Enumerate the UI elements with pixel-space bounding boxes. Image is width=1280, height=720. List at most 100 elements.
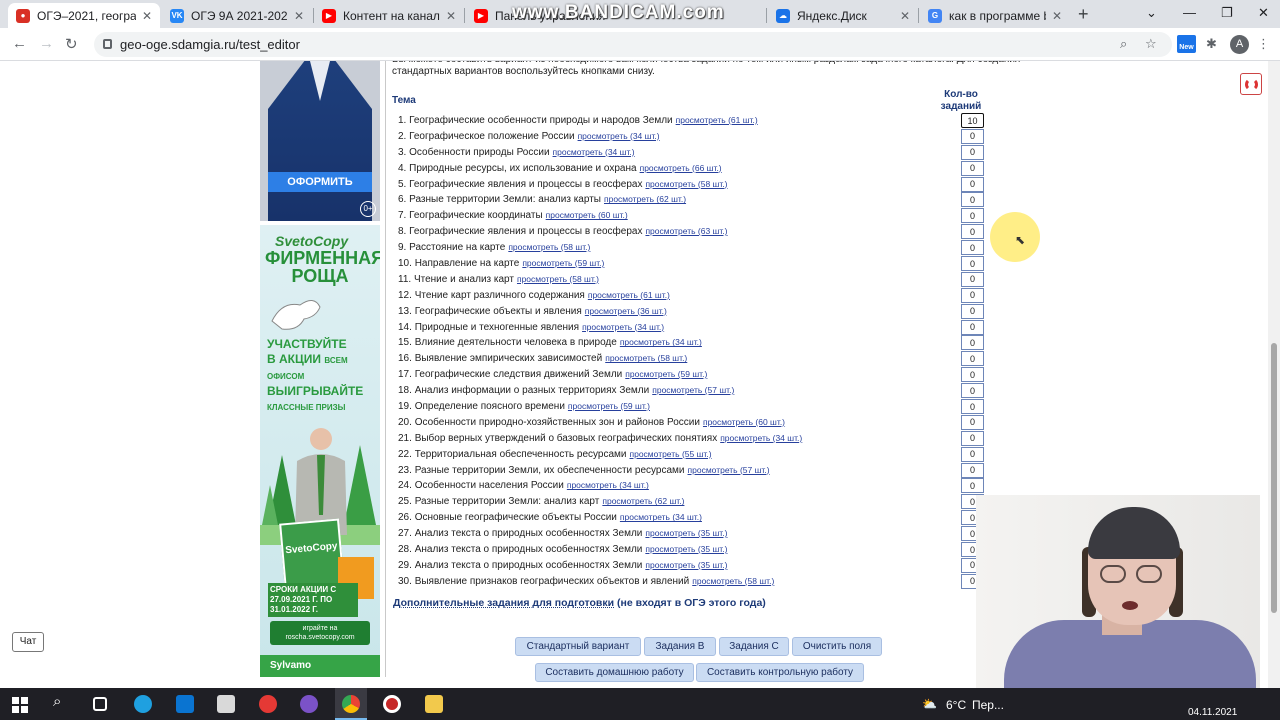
view-tasks-link[interactable]: просмотреть (59 шт.) xyxy=(568,401,650,411)
menu-kebab-icon[interactable]: ⋮ xyxy=(1257,36,1270,52)
view-tasks-link[interactable]: просмотреть (58 шт.) xyxy=(605,353,687,363)
task-count-input[interactable] xyxy=(961,367,984,383)
task-count-input[interactable] xyxy=(961,240,984,256)
view-tasks-link[interactable]: просмотреть (55 шт.) xyxy=(630,449,712,459)
chat-button[interactable]: Чат xyxy=(12,632,44,652)
view-tasks-link[interactable]: просмотреть (66 шт.) xyxy=(640,163,722,173)
address-bar[interactable]: geo-oge.sdamgia.ru/test_editor ⌕ ☆ xyxy=(94,32,1172,57)
make-homework-button[interactable]: Составить домашнюю работу xyxy=(535,663,694,682)
view-tasks-link[interactable]: просмотреть (34 шт.) xyxy=(578,131,660,141)
view-tasks-link[interactable]: просмотреть (35 шт.) xyxy=(645,544,727,554)
close-icon[interactable]: ✕ xyxy=(900,9,910,23)
standard-variant-button[interactable]: Стандартный вариант xyxy=(515,637,641,656)
task-count-input[interactable] xyxy=(961,160,984,176)
view-tasks-link[interactable]: просмотреть (34 шт.) xyxy=(620,512,702,522)
close-icon[interactable]: ✕ xyxy=(1052,9,1062,23)
minimize-button[interactable]: — xyxy=(1183,5,1196,20)
task-count-input[interactable] xyxy=(961,128,984,144)
task-count-input[interactable] xyxy=(961,256,984,272)
ad-banner-top[interactable]: ОФОРМИТЬ 0+ xyxy=(260,61,380,221)
view-tasks-link[interactable]: просмотреть (35 шт.) xyxy=(645,528,727,538)
weather-icon[interactable]: ⛅ xyxy=(922,697,937,711)
task-count-input[interactable] xyxy=(961,271,984,287)
viber-icon[interactable] xyxy=(300,695,318,713)
tasks-c-button[interactable]: Задания C xyxy=(719,637,789,656)
task-count-input[interactable] xyxy=(961,319,984,335)
help-lifebuoy-icon[interactable] xyxy=(1240,73,1262,95)
make-test-button[interactable]: Составить контрольную работу xyxy=(696,663,864,682)
task-count-input[interactable] xyxy=(961,176,984,192)
close-window-button[interactable]: ✕ xyxy=(1258,5,1269,21)
view-tasks-link[interactable]: просмотреть (34 шт.) xyxy=(720,433,802,443)
task-count-input[interactable] xyxy=(961,335,984,351)
task-count-input[interactable] xyxy=(961,414,984,430)
store-icon[interactable] xyxy=(217,695,235,713)
extra-tasks-link[interactable]: Дополнительные задания для подготовки xyxy=(393,597,614,609)
view-tasks-link[interactable]: просмотреть (34 шт.) xyxy=(553,147,635,157)
close-icon[interactable]: ✕ xyxy=(446,9,456,23)
task-count-input[interactable] xyxy=(961,208,984,224)
reload-icon[interactable]: ↻ xyxy=(65,35,78,53)
task-count-input[interactable] xyxy=(961,351,984,367)
task-view-icon[interactable] xyxy=(93,697,107,711)
task-count-input[interactable] xyxy=(961,462,984,478)
extensions-puzzle-icon[interactable]: ✱ xyxy=(1206,36,1217,52)
view-tasks-link[interactable]: просмотреть (36 шт.) xyxy=(585,306,667,316)
view-tasks-link[interactable]: просмотреть (59 шт.) xyxy=(522,258,604,268)
profile-avatar[interactable]: A xyxy=(1230,35,1249,54)
view-tasks-link[interactable]: просмотреть (34 шт.) xyxy=(620,337,702,347)
tab-search-icon[interactable]: ⌄ xyxy=(1146,5,1157,21)
yandex-browser-icon[interactable] xyxy=(259,695,277,713)
view-tasks-link[interactable]: просмотреть (60 шт.) xyxy=(703,417,785,427)
view-tasks-link[interactable]: просмотреть (58 шт.) xyxy=(692,576,774,586)
tab-oge-geography[interactable]: ● ОГЭ–2021, география ✕ xyxy=(8,3,160,28)
view-tasks-link[interactable]: просмотреть (58 шт.) xyxy=(517,274,599,284)
tab-google-search[interactable]: G как в программе ba ✕ xyxy=(920,3,1070,28)
bandicam-icon[interactable] xyxy=(383,695,401,713)
search-icon[interactable]: ⌕ xyxy=(53,693,71,711)
view-tasks-link[interactable]: просмотреть (62 шт.) xyxy=(602,496,684,506)
mail-icon[interactable] xyxy=(176,695,194,713)
new-tab-button[interactable]: + xyxy=(1078,4,1089,25)
close-icon[interactable]: ✕ xyxy=(294,9,304,23)
view-tasks-link[interactable]: просмотреть (34 шт.) xyxy=(582,322,664,332)
task-count-input[interactable] xyxy=(961,287,984,303)
view-tasks-link[interactable]: просмотреть (60 шт.) xyxy=(546,210,628,220)
task-count-input[interactable] xyxy=(961,478,984,494)
view-tasks-link[interactable]: просмотреть (61 шт.) xyxy=(676,115,758,125)
clear-fields-button[interactable]: Очистить поля xyxy=(792,637,882,656)
task-count-input[interactable] xyxy=(961,303,984,319)
view-tasks-link[interactable]: просмотреть (57 шт.) xyxy=(652,385,734,395)
task-count-input[interactable] xyxy=(961,399,984,415)
view-tasks-link[interactable]: просмотреть (35 шт.) xyxy=(645,560,727,570)
close-icon[interactable]: ✕ xyxy=(142,9,152,23)
chrome-icon[interactable] xyxy=(342,695,360,713)
maximize-button[interactable]: ❐ xyxy=(1221,5,1233,21)
task-count-input[interactable] xyxy=(961,144,984,160)
extension-new-icon[interactable]: New xyxy=(1177,35,1196,53)
task-count-input[interactable] xyxy=(961,430,984,446)
tab-youtube-content[interactable]: ▶ Контент на канале - ✕ xyxy=(314,3,464,28)
zoom-icon[interactable]: ⌕ xyxy=(1120,36,1127,52)
view-tasks-link[interactable]: просмотреть (61 шт.) xyxy=(588,290,670,300)
view-tasks-link[interactable]: просмотреть (63 шт.) xyxy=(645,226,727,236)
view-tasks-link[interactable]: просмотреть (58 шт.) xyxy=(508,242,590,252)
tasks-b-button[interactable]: Задания B xyxy=(644,637,716,656)
view-tasks-link[interactable]: просмотреть (34 шт.) xyxy=(567,480,649,490)
view-tasks-link[interactable]: просмотреть (57 шт.) xyxy=(688,465,770,475)
page-scrollbar[interactable] xyxy=(1268,61,1280,688)
task-count-input[interactable] xyxy=(961,192,984,208)
ad-banner-svetocopy[interactable]: SvetoCopy ФИРМЕННАЯ РОЩА УЧАСТВУЙТЕ В АК… xyxy=(260,225,380,677)
task-count-input[interactable] xyxy=(961,113,984,128)
folder-icon[interactable] xyxy=(425,695,443,713)
tab-vk[interactable]: VK ОГЭ 9А 2021-2022 ✕ xyxy=(162,3,312,28)
ad-play-link[interactable]: играйте на roscha.svetocopy.com xyxy=(270,621,370,645)
task-count-input[interactable] xyxy=(961,224,984,240)
view-tasks-link[interactable]: просмотреть (58 шт.) xyxy=(645,179,727,189)
view-tasks-link[interactable]: просмотреть (62 шт.) xyxy=(604,194,686,204)
view-tasks-link[interactable]: просмотреть (59 шт.) xyxy=(625,369,707,379)
tray-date[interactable]: 04.11.2021 xyxy=(1188,707,1237,718)
task-count-input[interactable] xyxy=(961,383,984,399)
scrollbar-thumb[interactable] xyxy=(1271,343,1277,613)
task-count-input[interactable] xyxy=(961,446,984,462)
